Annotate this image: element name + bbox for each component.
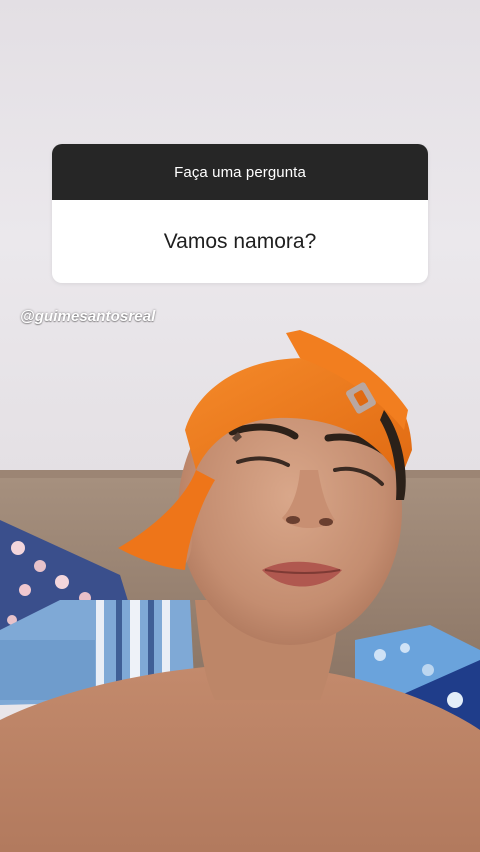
question-sticker-prompt: Faça uma pergunta	[52, 144, 428, 200]
question-sticker[interactable]: Faça uma pergunta Vamos namora?	[52, 144, 428, 283]
question-sticker-answer: Vamos namora?	[52, 200, 428, 283]
story-viewer: Faça uma pergunta Vamos namora? @guimesa…	[0, 0, 480, 852]
story-photo	[0, 0, 480, 852]
mention-tag[interactable]: @guimesantosreal	[20, 308, 155, 325]
